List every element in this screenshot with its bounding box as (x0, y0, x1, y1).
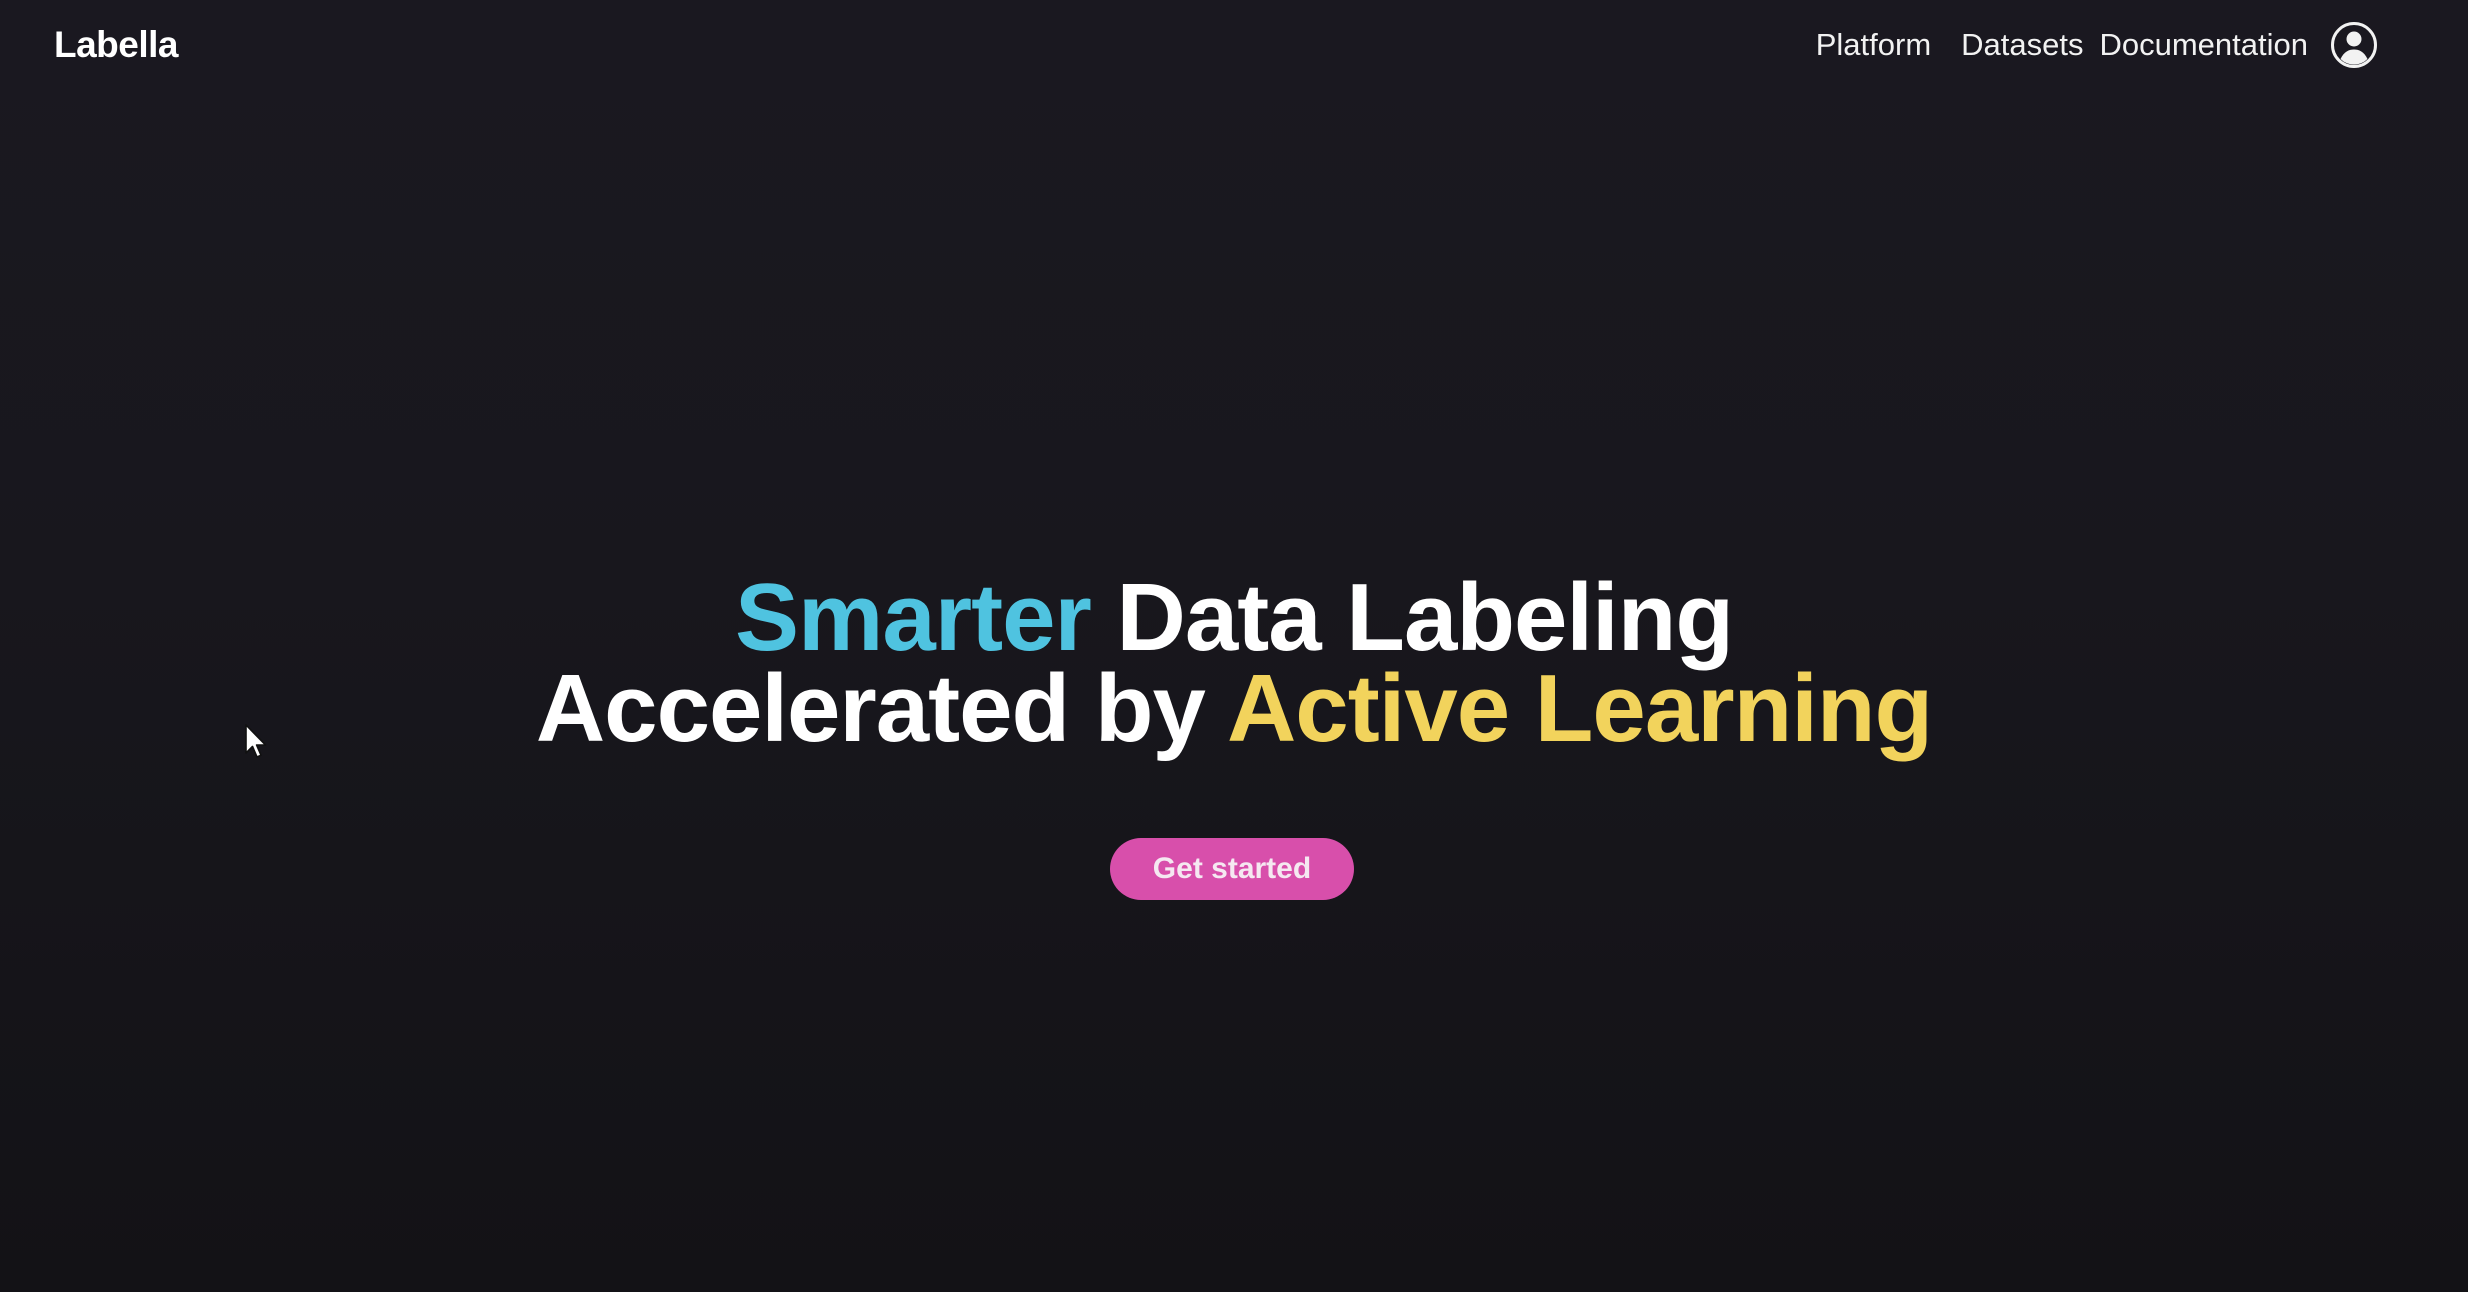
hero-highlight-active-learning: Active Learning (1226, 655, 1933, 762)
hero-section: Smarter Data Labeling Accelerated by Act… (0, 570, 2468, 757)
hero-text-accelerated-by: Accelerated by (535, 655, 1227, 762)
user-circle-icon[interactable] (2330, 21, 2378, 69)
hero-heading-line-1: Smarter Data Labeling (0, 570, 2468, 666)
nav-link-platform[interactable]: Platform (1816, 20, 1931, 70)
logo[interactable]: Labella (54, 20, 179, 70)
mouse-pointer-icon (245, 724, 267, 758)
hero-heading-line-2: Accelerated by Active Learning (0, 661, 2468, 757)
site-header: Labella Platform Datasets Documentation (0, 0, 2468, 100)
get-started-button[interactable]: Get started (1110, 838, 1354, 900)
nav-link-documentation[interactable]: Documentation (2099, 20, 2308, 70)
nav-link-datasets[interactable]: Datasets (1961, 20, 2083, 70)
main-nav: Platform Datasets Documentation (1816, 20, 2378, 70)
